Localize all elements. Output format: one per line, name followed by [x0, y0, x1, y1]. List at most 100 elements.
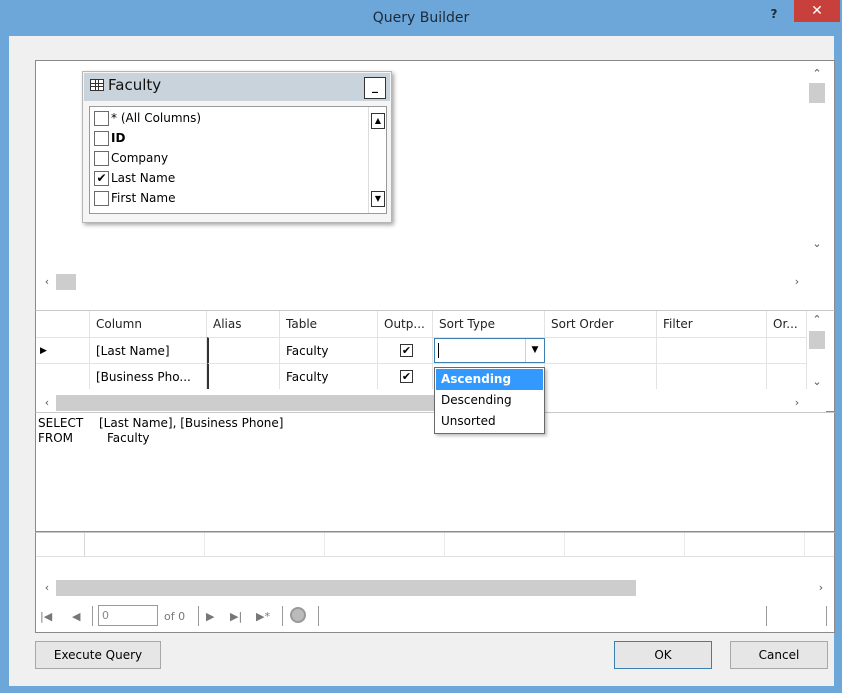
- chevron-down-icon[interactable]: ▼: [525, 339, 544, 362]
- grid-header-column[interactable]: Column: [90, 311, 207, 337]
- record-count-label: of 0: [164, 610, 186, 623]
- chevron-right-icon[interactable]: ›: [812, 579, 830, 597]
- record-navigator: |◀ ◀ 0 of 0 ▶ ▶| ▶*: [36, 599, 834, 631]
- checkbox-checked[interactable]: ✔: [400, 344, 413, 357]
- option-unsorted[interactable]: Unsorted: [436, 411, 543, 432]
- dialog-body: Faculty _ * (All Columns) ID Company ✔ L…: [9, 36, 835, 686]
- diagram-vscrollbar[interactable]: ⌃ ⌄: [808, 61, 826, 271]
- record-position-input[interactable]: 0: [98, 605, 158, 626]
- first-record-icon[interactable]: |◀: [40, 610, 52, 623]
- column-item-id[interactable]: ID: [94, 129, 364, 149]
- grid-cell-output[interactable]: ✔: [378, 337, 433, 363]
- checkbox-checked[interactable]: ✔: [400, 370, 413, 383]
- chevron-right-icon[interactable]: ›: [788, 273, 806, 291]
- scroll-down-icon[interactable]: ▼: [371, 191, 385, 207]
- current-row-icon[interactable]: ▶: [36, 337, 90, 363]
- checkbox[interactable]: [94, 191, 109, 206]
- column-item-all[interactable]: * (All Columns): [94, 109, 364, 129]
- chevron-left-icon[interactable]: ‹: [38, 394, 56, 412]
- grid-header-filter[interactable]: Filter: [657, 311, 767, 337]
- row-header[interactable]: [36, 363, 90, 389]
- column-label: ID: [111, 131, 126, 145]
- sort-type-dropdown[interactable]: Ascending Descending Unsorted: [434, 367, 545, 434]
- grid-cell-output[interactable]: ✔: [378, 363, 433, 389]
- sql-from-keyword: FROM: [38, 431, 74, 445]
- option-descending[interactable]: Descending: [436, 390, 543, 411]
- grid-header-table[interactable]: Table: [280, 311, 378, 337]
- column-item-company[interactable]: Company: [94, 149, 364, 169]
- checkbox[interactable]: [94, 151, 109, 166]
- chevron-left-icon[interactable]: ‹: [38, 579, 56, 597]
- sql-select-columns: [Last Name], [Business Phone]: [99, 416, 284, 430]
- title-bar[interactable]: Query Builder ? ✕: [0, 0, 842, 36]
- query-builder-window: Query Builder ? ✕ Faculty _ * (All Colum…: [0, 0, 842, 693]
- chevron-up-icon[interactable]: ⌃: [808, 65, 826, 83]
- grid-cell-sort-order[interactable]: [545, 363, 657, 389]
- new-record-icon[interactable]: ▶*: [256, 610, 270, 623]
- chevron-right-icon[interactable]: ›: [788, 394, 806, 412]
- scroll-thumb[interactable]: [809, 331, 825, 349]
- sql-from-table: Faculty: [107, 431, 150, 445]
- column-list-scrollbar[interactable]: ▲ ▼: [368, 107, 386, 213]
- next-record-icon[interactable]: ▶: [206, 610, 214, 623]
- grid-header-alias[interactable]: Alias: [207, 311, 280, 337]
- column-list[interactable]: * (All Columns) ID Company ✔ Last Name F…: [89, 106, 387, 214]
- last-record-icon[interactable]: ▶|: [230, 610, 242, 623]
- grid-cell-filter[interactable]: [657, 363, 767, 389]
- scroll-thumb[interactable]: [56, 395, 436, 411]
- scroll-thumb[interactable]: [809, 83, 825, 103]
- stop-icon[interactable]: [290, 607, 306, 623]
- previous-record-icon[interactable]: ◀: [72, 610, 80, 623]
- minimize-button[interactable]: _: [364, 77, 386, 99]
- chevron-up-icon[interactable]: ⌃: [808, 311, 826, 329]
- sql-select-keyword: SELECT: [38, 416, 84, 430]
- results-header-row: [36, 533, 834, 557]
- close-button[interactable]: ✕: [794, 0, 840, 22]
- option-ascending[interactable]: Ascending: [436, 369, 543, 390]
- criteria-grid[interactable]: Column Alias Table Outp... Sort Type Sor…: [35, 310, 835, 434]
- grid-vscrollbar[interactable]: ⌃ ⌄: [808, 311, 826, 393]
- ok-button[interactable]: OK: [614, 641, 712, 669]
- cancel-button[interactable]: Cancel: [730, 641, 828, 669]
- grid-cell-sort-order[interactable]: [545, 337, 657, 363]
- scroll-thumb[interactable]: [56, 274, 76, 290]
- table-box-header[interactable]: Faculty _: [84, 73, 390, 101]
- checkbox-checked[interactable]: ✔: [94, 171, 109, 186]
- sort-type-combobox[interactable]: ▼: [434, 338, 545, 363]
- grid-cell-column[interactable]: [Last Name]: [90, 337, 207, 363]
- help-button[interactable]: ?: [762, 4, 786, 24]
- diagram-pane[interactable]: Faculty _ * (All Columns) ID Company ✔ L…: [35, 60, 835, 310]
- chevron-down-icon[interactable]: ⌄: [808, 373, 826, 391]
- grid-header-or[interactable]: Or...: [767, 311, 807, 337]
- grid-cell-alias[interactable]: [207, 337, 280, 363]
- text-caret: [438, 343, 439, 358]
- scroll-thumb[interactable]: [56, 580, 636, 596]
- grid-cell-filter[interactable]: [657, 337, 767, 363]
- table-box-faculty[interactable]: Faculty _ * (All Columns) ID Company ✔ L…: [82, 71, 392, 223]
- chevron-left-icon[interactable]: ‹: [38, 273, 56, 291]
- grid-cell-or[interactable]: [767, 337, 807, 363]
- results-pane[interactable]: ‹ › |◀ ◀ 0 of 0 ▶ ▶| ▶*: [35, 532, 835, 633]
- window-title: Query Builder: [372, 10, 470, 26]
- results-hscrollbar[interactable]: ‹ ›: [36, 579, 834, 597]
- table-icon: [90, 79, 104, 91]
- checkbox[interactable]: [94, 111, 109, 126]
- separator: [92, 606, 93, 626]
- execute-query-button[interactable]: Execute Query: [35, 641, 161, 669]
- grid-header-sort-order[interactable]: Sort Order: [545, 311, 657, 337]
- grid-cell-table[interactable]: Faculty: [280, 337, 378, 363]
- scroll-up-icon[interactable]: ▲: [371, 113, 385, 129]
- grid-hscrollbar[interactable]: ‹ ›: [36, 394, 826, 412]
- grid-cell-alias[interactable]: [207, 363, 280, 389]
- grid-header-output[interactable]: Outp...: [378, 311, 433, 337]
- row-header-corner: [36, 311, 90, 337]
- grid-header-sort-type[interactable]: Sort Type: [433, 311, 545, 337]
- chevron-down-icon[interactable]: ⌄: [808, 235, 826, 253]
- grid-cell-or[interactable]: [767, 363, 807, 389]
- column-item-first-name[interactable]: First Name: [94, 189, 364, 209]
- diagram-hscrollbar[interactable]: ‹ ›: [36, 273, 826, 291]
- checkbox[interactable]: [94, 131, 109, 146]
- column-item-last-name[interactable]: ✔ Last Name: [94, 169, 364, 189]
- grid-cell-column[interactable]: [Business Pho...: [90, 363, 207, 389]
- grid-cell-table[interactable]: Faculty: [280, 363, 378, 389]
